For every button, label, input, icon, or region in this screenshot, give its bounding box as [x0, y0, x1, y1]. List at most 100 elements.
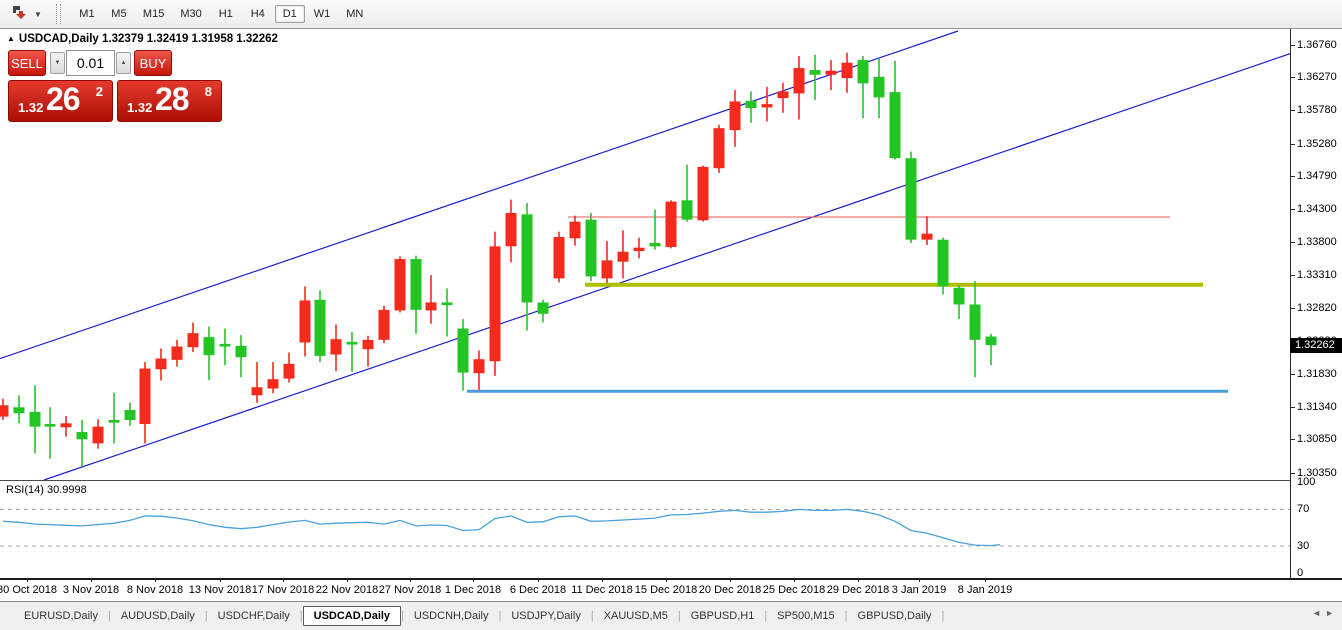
date-axis-label: 25 Dec 2018 [763, 584, 825, 596]
candle [411, 256, 422, 334]
candle [172, 340, 183, 367]
date-axis-tick [410, 579, 411, 582]
price-axis-tick [1290, 45, 1295, 46]
candle [810, 55, 821, 100]
chart-tab-gbpusd-daily[interactable]: GBPUSD,Daily [848, 607, 942, 625]
price-arrows-icon [10, 4, 28, 25]
chart-tab-sp500-m15[interactable]: SP500,M15 [767, 607, 844, 625]
price-arrows-icon-button[interactable]: ▼ [10, 4, 42, 25]
price-axis-tick [1290, 242, 1295, 243]
candle [125, 403, 136, 426]
volume-up-spinner[interactable]: ▲ [116, 52, 131, 74]
candle [986, 334, 997, 365]
date-axis-label: 11 Dec 2018 [571, 584, 633, 596]
buy-price-box[interactable]: 1.32 28 8 [117, 80, 222, 122]
chart-tab-usdchf-daily[interactable]: USDCHF,Daily [208, 607, 300, 625]
rsi-axis-label: 30 [1297, 540, 1309, 552]
sell-button[interactable]: SELL [8, 50, 46, 76]
volume-input[interactable]: 0.01 [66, 50, 115, 76]
candle [586, 213, 597, 281]
chart-header: ▲USDCAD,Daily 1.32379 1.32419 1.31958 1.… [7, 33, 278, 45]
timeframe-button-w1[interactable]: W1 [307, 5, 338, 23]
date-axis-tick [283, 579, 284, 582]
price-axis-tick [1290, 77, 1295, 78]
timeframe-button-h4[interactable]: H4 [243, 5, 273, 23]
candle [77, 420, 88, 467]
date-axis-tick [919, 579, 920, 582]
price-axis-tick [1290, 110, 1295, 111]
timeframe-button-m15[interactable]: M15 [136, 5, 171, 23]
candle [618, 230, 629, 278]
trend-channel-line-2 [44, 54, 1290, 480]
timeframe-button-h1[interactable]: H1 [211, 5, 241, 23]
sell-price-prefix: 1.32 [18, 100, 43, 115]
candle [426, 275, 437, 324]
tab-separator: | [941, 610, 944, 622]
chart-tab-usdcad-daily[interactable]: USDCAD,Daily [303, 606, 401, 626]
sell-price-sup: 2 [96, 84, 103, 99]
price-axis-label: 1.33310 [1297, 269, 1337, 281]
tab-scroll-right-icon[interactable]: ► [1325, 608, 1338, 618]
buy-price-main: 28 [155, 81, 189, 118]
date-axis-label: 27 Nov 2018 [379, 584, 441, 596]
price-axis-label: 1.35780 [1297, 104, 1337, 116]
volume-down-spinner[interactable]: ▼ [50, 52, 65, 74]
chart-tab-gbpusd-h1[interactable]: GBPUSD,H1 [681, 607, 765, 625]
candle [268, 362, 279, 393]
price-axis-label: 1.30850 [1297, 433, 1337, 445]
candle [794, 56, 805, 119]
chart-tab-audusd-daily[interactable]: AUDUSD,Daily [111, 607, 205, 625]
rsi-axis-label: 100 [1297, 476, 1315, 488]
chart-tab-eurusd-daily[interactable]: EURUSD,Daily [14, 607, 108, 625]
chart-tab-usdjpy-daily[interactable]: USDJPY,Daily [501, 607, 591, 625]
candle [284, 353, 295, 383]
chart-tab-xauusd-m5[interactable]: XAUUSD,M5 [594, 607, 678, 625]
date-axis-tick [666, 579, 667, 582]
timeframe-button-m30[interactable]: M30 [173, 5, 208, 23]
indicator-separator[interactable] [0, 480, 1290, 481]
tab-scroll-arrows[interactable]: ◄► [1312, 608, 1338, 618]
candle [109, 393, 120, 444]
candle [858, 56, 869, 118]
date-axis-label: 17 Nov 2018 [252, 584, 314, 596]
candle [0, 399, 9, 420]
candle [778, 83, 789, 113]
candle [379, 306, 390, 343]
date-axis-tick [91, 579, 92, 582]
timeframe-button-d1[interactable]: D1 [275, 5, 305, 23]
price-axis-tick [1290, 439, 1295, 440]
toolbar-grip[interactable] [56, 4, 61, 24]
timeframe-button-mn[interactable]: MN [339, 5, 370, 23]
candle [954, 285, 965, 319]
buy-button[interactable]: BUY [134, 50, 172, 76]
date-axis-label: 1 Dec 2018 [445, 584, 501, 596]
price-axis-tick [1290, 209, 1295, 210]
timeframe-button-m1[interactable]: M1 [72, 5, 102, 23]
date-axis-tick [730, 579, 731, 582]
price-axis-label: 1.31830 [1297, 368, 1337, 380]
price-axis-border [1290, 29, 1291, 580]
date-axis-label: 8 Nov 2018 [127, 584, 183, 596]
candle [650, 210, 661, 250]
candle [395, 256, 406, 312]
price-axis-tick [1290, 275, 1295, 276]
candle [762, 87, 773, 122]
date-axis-tick [794, 579, 795, 582]
date-axis-label: 3 Jan 2019 [892, 584, 946, 596]
chart-tab-usdcnh-daily[interactable]: USDCNH,Daily [404, 607, 499, 625]
candle [522, 203, 533, 331]
time-axis-border [0, 578, 1342, 580]
toolbar-dropdown-caret-icon[interactable]: ▼ [34, 10, 42, 19]
sell-price-box[interactable]: 1.32 26 2 [8, 80, 113, 122]
date-axis-label: 15 Dec 2018 [635, 584, 697, 596]
timeframe-button-m5[interactable]: M5 [104, 5, 134, 23]
chart-tabbar: EURUSD,Daily|AUDUSD,Daily|USDCHF,Daily|U… [0, 602, 1342, 630]
collapse-icon[interactable]: ▲ [7, 34, 15, 43]
candle [826, 60, 837, 90]
tab-scroll-left-icon[interactable]: ◄ [1312, 608, 1325, 618]
current-price-badge: 1.32262 [1290, 338, 1342, 353]
price-axis-tick [1290, 176, 1295, 177]
candle [666, 200, 677, 248]
candle [61, 416, 72, 437]
date-axis-tick [220, 579, 221, 582]
